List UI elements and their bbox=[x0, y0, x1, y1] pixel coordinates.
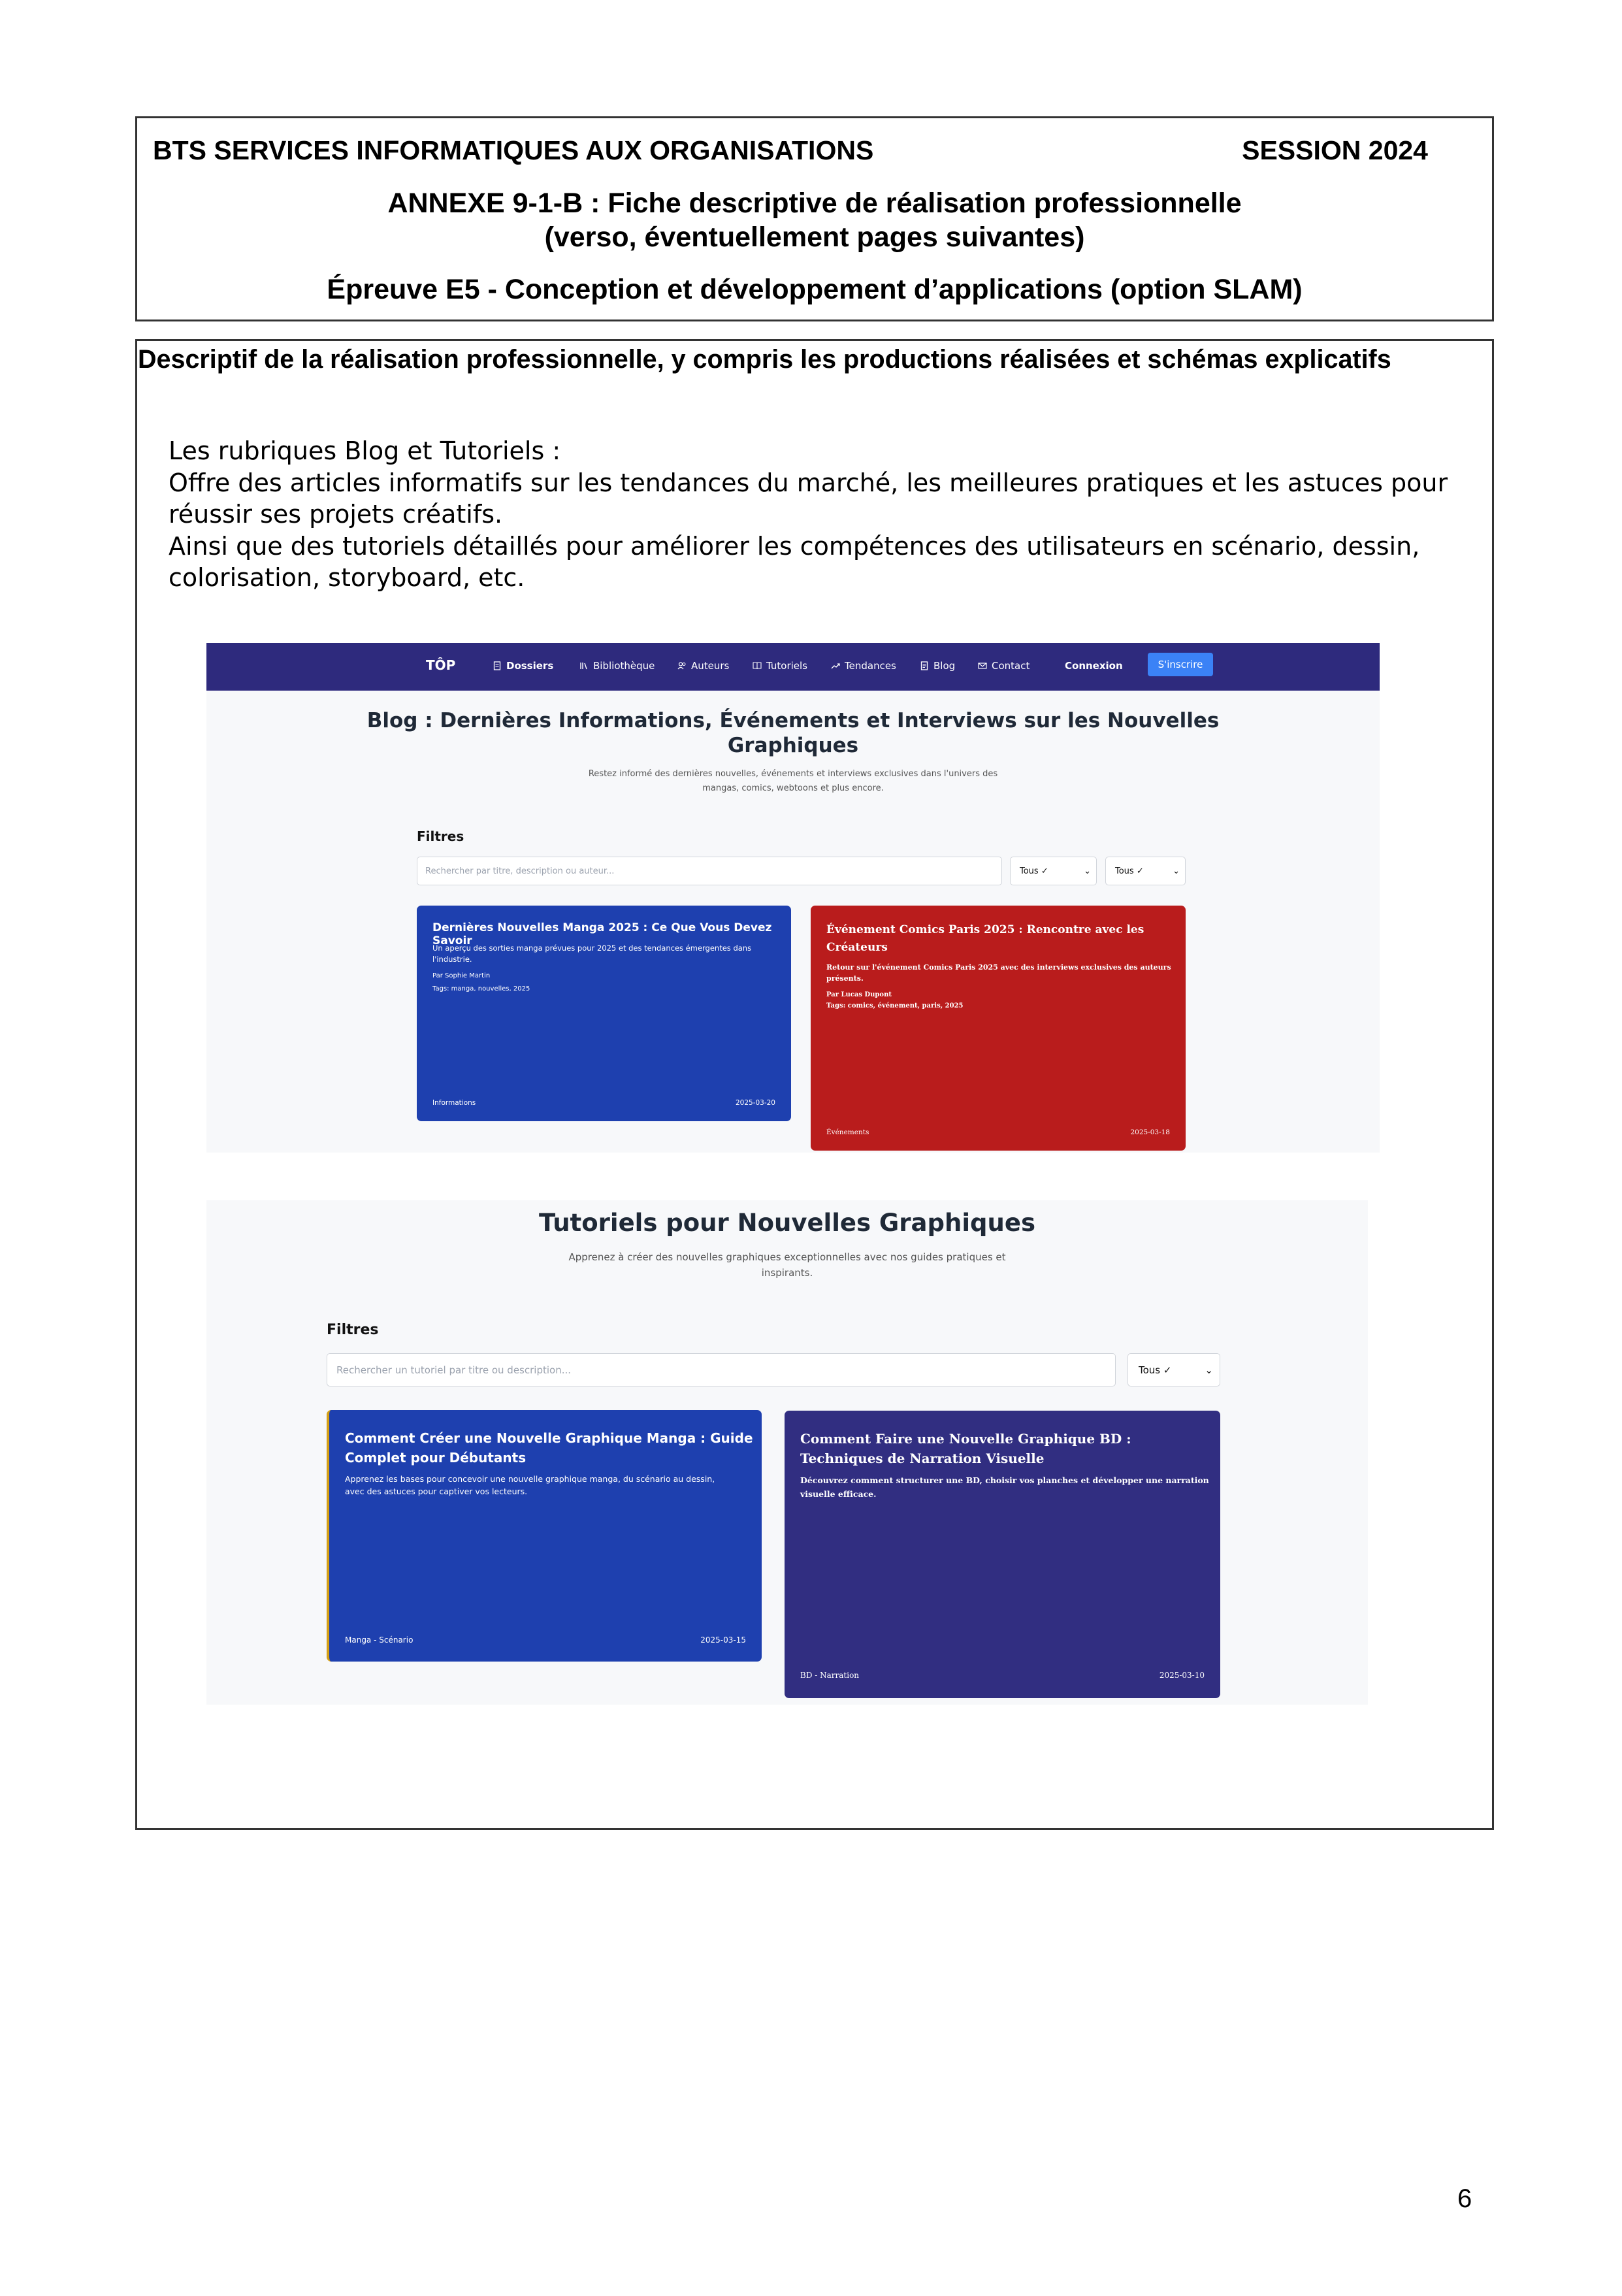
brand-logo[interactable]: TÔP bbox=[426, 657, 455, 673]
category-select[interactable]: Tous ✓ ⌄ bbox=[1010, 857, 1097, 885]
nav-item-dossiers[interactable]: Dossiers bbox=[493, 660, 553, 672]
nav-item-tutoriels[interactable]: Tutoriels bbox=[753, 660, 807, 672]
signup-button[interactable]: S'inscrire bbox=[1148, 653, 1213, 676]
intro-line: Les rubriques Blog et Tutoriels : bbox=[169, 436, 561, 465]
chevron-down-icon: ⌄ bbox=[1205, 1364, 1213, 1376]
nav-item-label: Auteurs bbox=[691, 660, 730, 672]
intro-text: Les rubriques Blog et Tutoriels : Offre … bbox=[169, 435, 1448, 594]
card-description-line: visuelle efficace. bbox=[800, 1489, 877, 1499]
card-title: Comment Créer une Nouvelle Graphique Man… bbox=[345, 1428, 753, 1468]
session-label: SESSION 2024 bbox=[1242, 135, 1428, 165]
card-author: Par Lucas Dupont bbox=[826, 991, 892, 998]
select-value: Tous ✓ bbox=[1115, 866, 1144, 876]
card-title: Événement Comics Paris 2025 : Rencontre … bbox=[826, 921, 1144, 957]
card-description-line: présents. bbox=[826, 974, 864, 983]
blog-title-line2: Graphiques bbox=[727, 734, 859, 757]
card-title-line: Comment Faire une Nouvelle Graphique BD … bbox=[800, 1431, 1131, 1447]
select-value: Tous ✓ bbox=[1139, 1364, 1172, 1376]
card-title-line: Comment Créer une Nouvelle Graphique Man… bbox=[345, 1430, 753, 1446]
login-link[interactable]: Connexion bbox=[1065, 660, 1123, 672]
blog-title-line1: Blog : Dernières Informations, Événement… bbox=[366, 709, 1220, 732]
blog-card[interactable]: Dernières Nouvelles Manga 2025 : Ce Que … bbox=[417, 906, 791, 1121]
users-icon bbox=[677, 662, 686, 670]
nav-item-label: Tendances bbox=[845, 660, 896, 672]
tutorials-subtitle-line1: Apprenez à créer des nouvelles graphique… bbox=[568, 1251, 1006, 1263]
tutorial-card[interactable]: Comment Faire une Nouvelle Graphique BD … bbox=[785, 1411, 1220, 1698]
intro-line: colorisation, storyboard, etc. bbox=[169, 563, 525, 592]
card-title: Comment Faire une Nouvelle Graphique BD … bbox=[800, 1429, 1131, 1468]
card-description-line: Apprenez les bases pour concevoir une no… bbox=[345, 1474, 715, 1484]
blog-subtitle-line1: Restez informé des dernières nouvelles, … bbox=[588, 769, 998, 779]
mail-icon bbox=[978, 663, 987, 669]
card-title-line: Techniques de Narration Visuelle bbox=[800, 1451, 1045, 1466]
card-date: 2025-03-20 bbox=[735, 1099, 775, 1107]
card-description: Un aperçu des sorties manga prévues pour… bbox=[432, 943, 751, 965]
card-title-line: Créateurs bbox=[826, 941, 888, 954]
blog-screenshot: TÔP Dossiers Bibliothèque Auteurs Tutori… bbox=[206, 643, 1380, 1153]
nav-item-auteurs[interactable]: Auteurs bbox=[677, 660, 729, 672]
section-title: Descriptif de la réalisation professionn… bbox=[138, 345, 1391, 374]
nav-item-bibliotheque[interactable]: Bibliothèque bbox=[579, 660, 655, 672]
filters-label: Filtres bbox=[417, 828, 464, 844]
intro-line: réussir ses projets créatifs. bbox=[169, 500, 503, 529]
card-category: Événements bbox=[826, 1128, 869, 1136]
annex-subtitle: (verso, éventuellement pages suivantes) bbox=[544, 221, 1085, 253]
card-category: BD - Narration bbox=[800, 1671, 860, 1680]
card-category: Manga - Scénario bbox=[345, 1635, 414, 1645]
nav-item-tendances[interactable]: Tendances bbox=[831, 660, 896, 672]
filters-label: Filtres bbox=[327, 1322, 379, 1338]
tutorials-title: Tutoriels pour Nouvelles Graphiques bbox=[539, 1209, 1035, 1237]
annex-title: ANNEXE 9-1-B : Fiche descriptive de réal… bbox=[387, 188, 1242, 219]
card-date: 2025-03-18 bbox=[1130, 1128, 1170, 1136]
chevron-down-icon: ⌄ bbox=[1173, 866, 1180, 876]
tutorial-card[interactable]: Comment Créer une Nouvelle Graphique Man… bbox=[327, 1410, 762, 1662]
tutorials-screenshot: Tutoriels pour Nouvelles Graphiques Appr… bbox=[206, 1200, 1368, 1705]
card-tags: Tags: comics, événement, paris, 2025 bbox=[826, 1002, 964, 1009]
intro-line: Ainsi que des tutoriels détaillés pour a… bbox=[169, 531, 1420, 561]
intro-line: Offre des articles informatifs sur les t… bbox=[169, 468, 1448, 497]
tutorials-subtitle-line2: inspirants. bbox=[761, 1267, 813, 1279]
trending-icon bbox=[831, 663, 840, 669]
card-description-line: l'industrie. bbox=[432, 955, 472, 964]
select-value: Tous ✓ bbox=[1020, 866, 1048, 876]
blog-search-input[interactable]: Rechercher par titre, description ou aut… bbox=[417, 857, 1002, 885]
card-description-line: Découvrez comment structurer une BD, cho… bbox=[800, 1475, 1209, 1485]
book-icon bbox=[753, 662, 762, 670]
card-description: Retour sur l'événement Comics Paris 2025… bbox=[826, 962, 1171, 984]
card-description: Découvrez comment structurer une BD, cho… bbox=[800, 1473, 1209, 1501]
card-description: Apprenez les bases pour concevoir une no… bbox=[345, 1473, 715, 1498]
nav-item-blog[interactable]: Blog bbox=[920, 660, 955, 672]
nav-item-label: Dossiers bbox=[506, 660, 554, 672]
nav-item-label: Blog bbox=[933, 660, 956, 672]
card-description-line: Retour sur l'événement Comics Paris 2025… bbox=[826, 963, 1171, 972]
card-category: Informations bbox=[432, 1099, 476, 1107]
card-title-line: Événement Comics Paris 2025 : Rencontre … bbox=[826, 923, 1144, 936]
exam-title: Épreuve E5 - Conception et développement… bbox=[327, 274, 1303, 305]
card-description-line: Un aperçu des sorties manga prévues pour… bbox=[432, 943, 752, 953]
tutorial-search-input[interactable]: Rechercher un tutoriel par titre ou desc… bbox=[327, 1353, 1116, 1386]
card-date: 2025-03-15 bbox=[700, 1635, 746, 1645]
header-box: BTS SERVICES INFORMATIQUES AUX ORGANISAT… bbox=[135, 116, 1494, 321]
sort-select[interactable]: Tous ✓ ⌄ bbox=[1105, 857, 1186, 885]
blog-card[interactable]: Événement Comics Paris 2025 : Rencontre … bbox=[811, 906, 1186, 1151]
nav-item-contact[interactable]: Contact bbox=[978, 660, 1030, 672]
program-title: BTS SERVICES INFORMATIQUES AUX ORGANISAT… bbox=[153, 135, 874, 165]
file-icon bbox=[493, 661, 501, 670]
nav-item-label: Tutoriels bbox=[766, 660, 807, 672]
document-icon bbox=[920, 661, 928, 670]
card-date: 2025-03-10 bbox=[1159, 1671, 1205, 1680]
navbar: TÔP Dossiers Bibliothèque Auteurs Tutori… bbox=[206, 643, 1380, 691]
library-icon bbox=[580, 663, 587, 670]
category-select[interactable]: Tous ✓ ⌄ bbox=[1127, 1353, 1220, 1386]
card-tags: Tags: manga, nouvelles, 2025 bbox=[432, 985, 530, 992]
page-number: 6 bbox=[1457, 2184, 1472, 2213]
card-author: Par Sophie Martin bbox=[432, 972, 491, 979]
nav-item-label: Bibliothèque bbox=[593, 660, 655, 672]
card-title-line: Complet pour Débutants bbox=[345, 1450, 527, 1466]
blog-subtitle-line2: mangas, comics, webtoons et plus encore. bbox=[702, 783, 884, 793]
card-description-line: avec des astuces pour captiver vos lecte… bbox=[345, 1486, 528, 1496]
chevron-down-icon: ⌄ bbox=[1084, 866, 1091, 876]
nav-item-label: Contact bbox=[992, 660, 1030, 672]
